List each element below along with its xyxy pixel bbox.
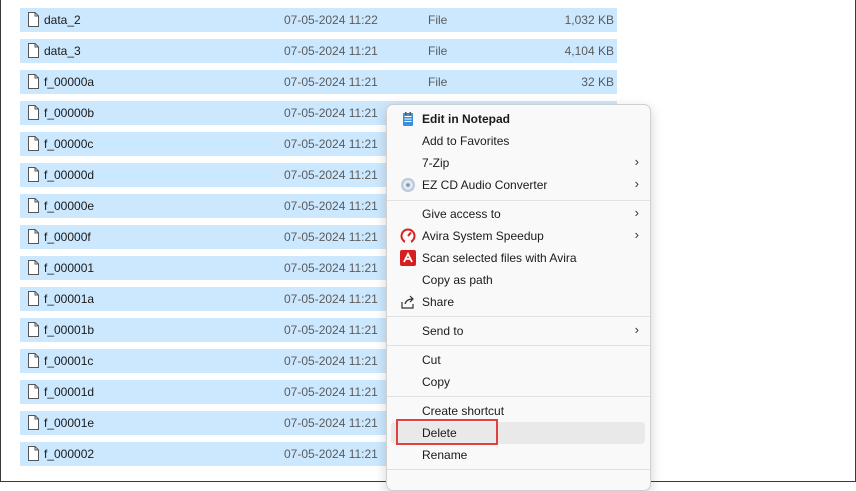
menu-item-rename[interactable]: Rename [391, 444, 645, 466]
menu-separator [387, 469, 650, 470]
file-date: 07-05-2024 11:21 [284, 44, 378, 58]
chevron-right-icon: › [634, 176, 639, 191]
file-size: 32 KB [581, 75, 614, 89]
file-icon [28, 229, 39, 244]
menu-separator [387, 316, 650, 317]
menu-separator [387, 396, 650, 397]
share-icon [400, 294, 416, 310]
menu-item-avira-system-speedup[interactable]: Avira System Speedup › [391, 225, 645, 247]
table-row[interactable]: f_00000a 07-05-2024 11:21 File 32 KB [20, 70, 617, 94]
file-type: File [428, 44, 448, 58]
file-date: 07-05-2024 11:21 [284, 323, 378, 337]
menu-separator [387, 345, 650, 346]
file-icon [28, 198, 39, 213]
file-icon [28, 353, 39, 368]
file-name: f_000002 [44, 447, 95, 461]
file-date: 07-05-2024 11:22 [284, 13, 378, 27]
file-name: f_00000e [44, 199, 95, 213]
file-size: 4,104 KB [564, 44, 614, 58]
menu-label-give-access-to: Give access to [422, 207, 501, 221]
file-name: f_00000c [44, 137, 94, 151]
menu-item-send-to[interactable]: Send to › [391, 320, 645, 342]
file-date: 07-05-2024 11:21 [284, 385, 378, 399]
chevron-right-icon: › [634, 227, 639, 242]
menu-label-copy: Copy [422, 375, 451, 389]
speedometer-icon [400, 228, 416, 244]
menu-item-copy-as-path[interactable]: Copy as path [391, 269, 645, 291]
chevron-right-icon: › [634, 154, 639, 169]
menu-label-avira-system-speedup: Avira System Speedup [422, 229, 544, 243]
file-date: 07-05-2024 11:21 [284, 230, 378, 244]
file-date: 07-05-2024 11:21 [284, 416, 378, 430]
file-name: f_00001b [44, 323, 95, 337]
menu-separator [387, 200, 650, 201]
menu-label-7zip: 7-Zip [422, 156, 450, 170]
menu-item-scan-with-avira[interactable]: Scan selected files with Avira [391, 247, 645, 269]
menu-label-send-to: Send to [422, 324, 464, 338]
menu-label-share: Share [422, 295, 455, 309]
menu-label-scan-with-avira: Scan selected files with Avira [422, 251, 577, 265]
delete-highlight-box [396, 419, 498, 445]
file-date: 07-05-2024 11:21 [284, 168, 378, 182]
menu-label-cut: Cut [422, 353, 441, 367]
menu-item-cut[interactable]: Cut [391, 349, 645, 371]
menu-item-add-to-favorites[interactable]: Add to Favorites [391, 130, 645, 152]
file-name: f_00000f [44, 230, 91, 244]
menu-label-ez-cd-audio-converter: EZ CD Audio Converter [422, 178, 548, 192]
file-date: 07-05-2024 11:21 [284, 137, 378, 151]
avira-umbrella-icon [400, 250, 416, 266]
table-row[interactable]: data_2 07-05-2024 11:22 File 1,032 KB [20, 8, 617, 32]
menu-item-copy[interactable]: Copy [391, 371, 645, 393]
file-icon [28, 136, 39, 151]
file-icon [28, 74, 39, 89]
file-icon [28, 43, 39, 58]
file-icon [28, 167, 39, 182]
file-icon [28, 12, 39, 27]
file-icon [28, 322, 39, 337]
file-icon [28, 105, 39, 120]
notepad-icon [400, 111, 416, 127]
file-icon [28, 446, 39, 461]
file-date: 07-05-2024 11:21 [284, 199, 378, 213]
chevron-right-icon: › [634, 322, 639, 337]
file-size: 1,032 KB [564, 13, 614, 27]
file-name: f_00001e [44, 416, 95, 430]
file-date: 07-05-2024 11:21 [284, 354, 378, 368]
menu-label-copy-as-path: Copy as path [422, 273, 493, 287]
file-name: f_000001 [44, 261, 95, 275]
menu-label-rename: Rename [422, 448, 468, 462]
menu-item-share[interactable]: Share [391, 291, 645, 313]
menu-item-7zip[interactable]: 7-Zip › [391, 152, 645, 174]
file-type: File [428, 75, 448, 89]
file-icon [28, 415, 39, 430]
menu-item-ez-cd-audio-converter[interactable]: EZ CD Audio Converter › [391, 174, 645, 196]
file-name: f_00000b [44, 106, 95, 120]
file-name: f_00000a [44, 75, 95, 89]
file-date: 07-05-2024 11:21 [284, 292, 378, 306]
file-date: 07-05-2024 11:21 [284, 447, 378, 461]
file-icon [28, 384, 39, 399]
menu-label-edit-in-notepad: Edit in Notepad [422, 112, 510, 126]
file-icon [28, 291, 39, 306]
menu-label-create-shortcut: Create shortcut [422, 404, 505, 418]
file-name: f_00001a [44, 292, 95, 306]
file-name: f_00000d [44, 168, 95, 182]
menu-item-edit-in-notepad[interactable]: Edit in Notepad [391, 108, 645, 130]
chevron-right-icon: › [634, 205, 639, 220]
file-date: 07-05-2024 11:21 [284, 75, 378, 89]
file-date: 07-05-2024 11:21 [284, 261, 378, 275]
file-name: data_3 [44, 44, 81, 58]
menu-label-add-to-favorites: Add to Favorites [422, 134, 510, 148]
file-type: File [428, 13, 448, 27]
menu-item-give-access-to[interactable]: Give access to › [391, 203, 645, 225]
file-name: f_00001c [44, 354, 94, 368]
file-icon [28, 260, 39, 275]
file-date: 07-05-2024 11:21 [284, 106, 378, 120]
file-name: f_00001d [44, 385, 95, 399]
table-row[interactable]: data_3 07-05-2024 11:21 File 4,104 KB [20, 39, 617, 63]
file-name: data_2 [44, 13, 81, 27]
cd-icon [400, 177, 416, 193]
